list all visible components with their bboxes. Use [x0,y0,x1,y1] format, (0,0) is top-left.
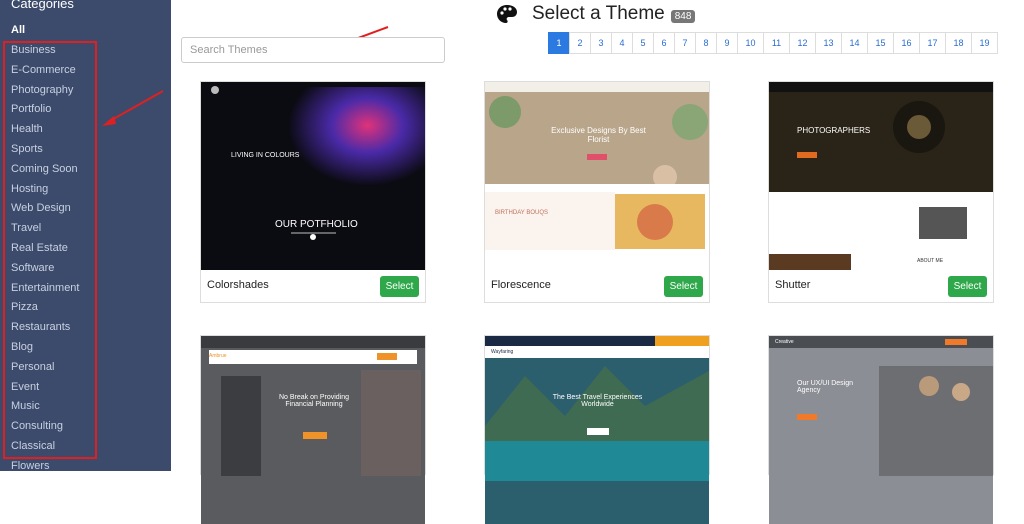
page-link-7[interactable]: 7 [674,32,696,54]
preview-graphic [769,82,993,270]
category-all[interactable]: All [11,24,25,36]
theme-card-florescence[interactable]: Exclusive Designs By Best Florist BIRTHD… [484,81,710,303]
category-item[interactable]: Business [11,42,79,62]
theme-preview[interactable]: PHOTOGRAPHERS ABOUT ME [769,82,993,270]
page-link-18[interactable]: 18 [945,32,972,54]
category-item[interactable]: Classical [11,438,79,458]
page-link-15[interactable]: 15 [867,32,894,54]
preview-brand: Creative [775,339,794,345]
preview-heading: The Best Travel Experiences Worldwide [552,394,643,408]
category-list: Business E-Commerce Photography Portfolio He… [11,42,79,472]
search-themes-input[interactable] [181,37,445,63]
category-item[interactable]: Hosting [11,181,79,201]
theme-card-footer: Colorshades Select [201,271,425,303]
category-item[interactable]: Entertainment [11,280,79,300]
category-item[interactable]: Event [11,379,79,399]
page-title: Select a Theme [532,3,665,24]
category-item[interactable]: Software [11,260,79,280]
theme-card-footer: Florescence Select [485,271,709,303]
category-item[interactable]: E-Commerce [11,62,79,82]
preview-heading: Exclusive Designs By Best Florist [551,126,646,144]
category-item[interactable]: Pizza [11,299,79,319]
pagination: 1 2 3 4 5 6 7 8 9 10 11 12 13 14 15 16 17 18 19 [548,32,998,54]
theme-card-colorshades[interactable]: LIVING IN COLOURS OUR POTFHOLIO Colorsha… [200,81,426,303]
palette-icon [497,5,517,23]
category-item[interactable]: Consulting [11,418,79,438]
theme-name: Colorshades [207,279,269,291]
theme-preview[interactable]: Creative Our UX/UI Design Agency [769,336,993,524]
preview-subheading: BIRTHDAY BOUQS [495,210,549,216]
page-link-19[interactable]: 19 [971,32,998,54]
page-link-6[interactable]: 6 [653,32,675,54]
page-link-12[interactable]: 12 [789,32,816,54]
preview-subheading: ABOUT ME [917,258,944,264]
preview-heading: LIVING IN COLOURS [231,152,300,159]
preview-subheading: OUR POTFHOLIO [275,219,358,230]
preview-graphic [485,92,709,270]
theme-card-wayfaring[interactable]: Wayfaring The Best Travel Experiences Wo… [484,335,710,524]
theme-preview[interactable]: Exclusive Designs By Best Florist BIRTHD… [485,82,709,270]
theme-name: Florescence [491,279,551,291]
categories-heading: Categories [11,0,74,11]
preview-heading: No Break on Providing Financial Planning [278,394,350,408]
page-link-11[interactable]: 11 [763,32,790,54]
preview-brand: Wayfaring [491,349,514,355]
theme-card-shutter[interactable]: PHOTOGRAPHERS ABOUT ME Shutter Select [768,81,994,303]
preview-heading: PHOTOGRAPHERS [797,126,871,135]
category-item[interactable]: Travel [11,220,79,240]
page-link-5[interactable]: 5 [632,32,654,54]
category-item[interactable]: Portfolio [11,101,79,121]
category-sidebar: Categories All Business E-Commerce Photogr… [0,0,171,472]
page-link-4[interactable]: 4 [611,32,633,54]
theme-count-badge: 848 [670,9,696,23]
theme-card-creative[interactable]: Creative Our UX/UI Design Agency [768,335,994,524]
category-item[interactable]: Flowers [11,458,79,472]
page-link-8[interactable]: 8 [695,32,717,54]
preview-graphic [201,336,425,476]
category-item[interactable]: Health [11,121,79,141]
category-item[interactable]: Real Estate [11,240,79,260]
preview-brand: Ambrue [209,353,227,359]
preview-graphic [485,336,709,481]
page-header: Select a Theme 848 [496,3,696,25]
theme-preview[interactable]: Ambrue No Break on Providing Financial P… [201,336,425,524]
select-theme-button[interactable]: Select [380,276,419,297]
preview-heading: Our UX/UI Design Agency [797,380,854,394]
theme-card-footer: Shutter Select [769,271,993,303]
category-item[interactable]: Web Design [11,200,79,220]
category-item[interactable]: Blog [11,339,79,359]
select-theme-button[interactable]: Select [664,276,703,297]
category-item[interactable]: Music [11,398,79,418]
category-item[interactable]: Sports [11,141,79,161]
page-link-1[interactable]: 1 [548,32,570,54]
page-link-2[interactable]: 2 [569,32,591,54]
category-item[interactable]: Personal [11,359,79,379]
category-item[interactable]: Coming Soon [11,161,79,181]
theme-preview[interactable]: LIVING IN COLOURS OUR POTFHOLIO [201,82,425,270]
category-item[interactable]: Restaurants [11,319,79,339]
page-link-9[interactable]: 9 [716,32,738,54]
page-link-13[interactable]: 13 [815,32,842,54]
preview-graphic [769,336,993,476]
preview-graphic [211,86,425,240]
page-link-10[interactable]: 10 [737,32,764,54]
page-link-17[interactable]: 17 [919,32,946,54]
theme-card-ambrue[interactable]: Ambrue No Break on Providing Financial P… [200,335,426,524]
theme-preview[interactable]: Wayfaring The Best Travel Experiences Wo… [485,336,709,524]
category-item[interactable]: Photography [11,82,79,102]
page-link-14[interactable]: 14 [841,32,868,54]
select-theme-button[interactable]: Select [948,276,987,297]
theme-name: Shutter [775,279,811,291]
page-link-16[interactable]: 16 [893,32,920,54]
page-link-3[interactable]: 3 [590,32,612,54]
